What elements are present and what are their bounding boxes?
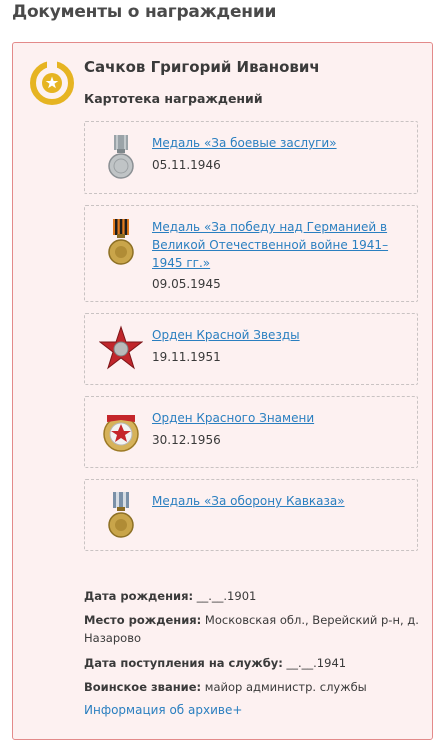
award-date: 30.12.1956 <box>152 433 221 447</box>
award-link[interactable]: Медаль «За победу над Германией в Велико… <box>152 218 411 272</box>
birth-date: Дата рождения: __.__.1901 <box>84 587 424 605</box>
award-item: Орден Красной Звезды 19.11.1951 <box>84 313 418 385</box>
medal-combat-merit-icon <box>108 135 134 179</box>
birth-date-label: Дата рождения: <box>84 589 194 603</box>
award-badge-icon <box>30 61 74 105</box>
section-subtitle: Картотека награждений <box>84 91 263 106</box>
service-start-value: __.__.1941 <box>282 656 347 670</box>
award-item: Медаль «За оборону Кавказа» <box>84 479 418 551</box>
military-rank-label: Воинское звание: <box>84 680 202 694</box>
service-start: Дата поступления на службу: __.__.1941 <box>84 654 424 672</box>
birth-place-label: Место рождения: <box>84 613 202 627</box>
order-red-banner-icon <box>103 415 139 452</box>
award-item: Медаль «За победу над Германией в Велико… <box>84 205 418 302</box>
birth-place: Место рождения: Московская обл., Верейск… <box>84 611 424 647</box>
military-rank-value: майор администр. службы <box>201 680 367 694</box>
award-item: Орден Красного Знамени 30.12.1956 <box>84 396 418 468</box>
military-rank: Воинское звание: майор администр. службы <box>84 678 424 696</box>
order-red-star-icon <box>99 325 143 370</box>
page-title: Документы о награждении <box>12 2 277 22</box>
award-link[interactable]: Орден Красной Звезды <box>152 326 411 344</box>
medal-defense-caucasus-icon <box>108 492 134 538</box>
award-date: 09.05.1945 <box>152 277 221 291</box>
person-name: Сачков Григорий Иванович <box>84 58 320 76</box>
award-card: Сачков Григорий Иванович Картотека награ… <box>12 42 433 740</box>
medal-victory-germany-icon <box>108 219 134 265</box>
award-link[interactable]: Медаль «За боевые заслуги» <box>152 134 411 152</box>
award-date: 19.11.1951 <box>152 350 221 364</box>
service-start-label: Дата поступления на службу: <box>84 656 283 670</box>
award-date: 05.11.1946 <box>152 158 221 172</box>
award-link[interactable]: Орден Красного Знамени <box>152 409 411 427</box>
award-item: Медаль «За боевые заслуги» 05.11.1946 <box>84 121 418 194</box>
award-link[interactable]: Медаль «За оборону Кавказа» <box>152 492 411 510</box>
archive-info-link[interactable]: Информация об архиве+ <box>84 703 242 717</box>
birth-date-value: __.__.1901 <box>193 589 257 603</box>
